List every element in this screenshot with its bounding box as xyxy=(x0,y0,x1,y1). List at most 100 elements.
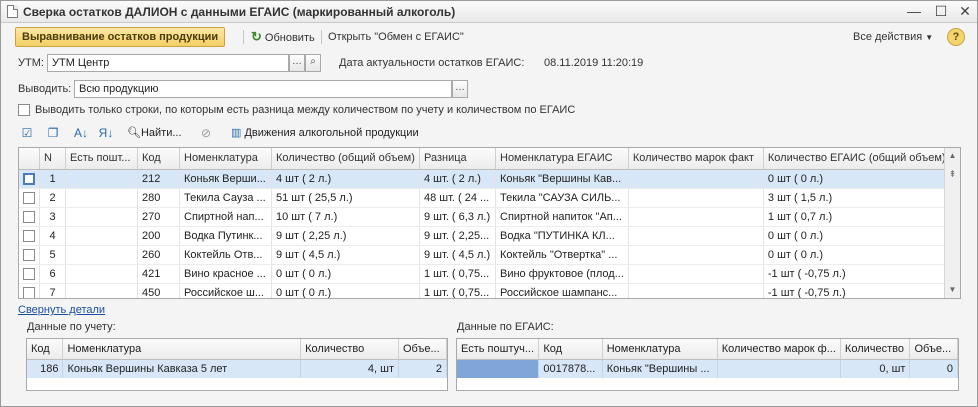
acc-col-name[interactable]: Номенклатура xyxy=(62,339,302,360)
refresh-icon: ↻ xyxy=(251,29,262,44)
collapse-details-link[interactable]: Свернуть детали xyxy=(18,304,105,316)
col-difference[interactable]: Разница xyxy=(419,148,496,170)
cell-marks xyxy=(628,245,764,265)
cell-code: 450 xyxy=(137,283,180,298)
show-filter-field[interactable]: Всю продукцию xyxy=(74,80,452,98)
table-row[interactable]: 186 Коньяк Вершины Кавказа 5 лет 4, шт 2 xyxy=(27,359,447,378)
cell-name: Коктейль Отв... xyxy=(179,245,272,265)
cell-name: Водка Путинк... xyxy=(179,226,272,246)
scroll-top-icon[interactable]: ⇞ xyxy=(945,166,960,182)
table-row[interactable]: 7 450 Российское ш... 0 шт ( 0 л.) 1 шт.… xyxy=(19,283,951,298)
find-label: Найти... xyxy=(140,127,182,139)
all-actions-menu[interactable]: Все действия ▼ xyxy=(853,27,933,47)
egais-col-qty[interactable]: Количество xyxy=(840,339,911,360)
cell-name: Вино красное ... xyxy=(179,264,272,284)
row-checkbox[interactable] xyxy=(23,248,35,261)
table-row[interactable]: 5 260 Коктейль Отв... 9 шт ( 4,5 л.) 9 ш… xyxy=(19,245,951,265)
minimize-button[interactable]: — xyxy=(903,3,925,21)
cell-name: Российское ш... xyxy=(179,283,272,298)
cell-qty: 0 шт ( 0 л.) xyxy=(271,283,420,298)
egais-cell-qty: 0, шт xyxy=(840,359,911,378)
cell-piece xyxy=(65,169,138,189)
egais-col-volume[interactable]: Объе... xyxy=(909,339,958,360)
cell-diff: 9 шт. ( 6,3 л.) xyxy=(419,207,496,227)
table-row[interactable]: 4 200 Водка Путинк... 9 шт ( 2,25 л.) 9 … xyxy=(19,226,951,246)
acc-cell-code: 186 xyxy=(27,359,64,378)
scroll-down-icon[interactable]: ▼ xyxy=(945,282,960,298)
egais-data-title: Данные по ЕГАИС: xyxy=(457,321,554,333)
cell-n: 1 xyxy=(39,169,66,189)
cell-egais-name: Водка "ПУТИНКА КЛ... xyxy=(495,226,629,246)
toolbar-separator xyxy=(243,30,244,44)
cell-piece xyxy=(65,226,138,246)
col-n[interactable]: N xyxy=(39,148,66,170)
egais-col-marks[interactable]: Количество марок ф... xyxy=(717,339,841,360)
cell-piece xyxy=(65,188,138,208)
check-all-icon[interactable]: ☑ xyxy=(19,125,35,141)
row-checkbox[interactable] xyxy=(23,229,35,242)
cell-n: 6 xyxy=(39,264,66,284)
col-marks-fact[interactable]: Количество марок факт xyxy=(628,148,764,170)
row-checkbox[interactable] xyxy=(23,286,35,298)
cell-name: Коньяк Верши... xyxy=(179,169,272,189)
cell-piece xyxy=(65,207,138,227)
acc-col-code[interactable]: Код xyxy=(27,339,64,360)
table-row[interactable]: 0017878... Коньяк "Вершины ... 0, шт 0 xyxy=(457,359,958,378)
copy-icon[interactable]: ❐ xyxy=(45,125,61,141)
egais-col-name[interactable]: Номенклатура xyxy=(602,339,718,360)
col-code[interactable]: Код xyxy=(137,148,180,170)
table-row[interactable]: 6 421 Вино красное ... 0 шт ( 0 л.) 1 шт… xyxy=(19,264,951,284)
utm-field[interactable]: УТМ Центр xyxy=(47,54,289,72)
show-filter-select-button[interactable]: … xyxy=(452,80,468,98)
acc-cell-volume: 2 xyxy=(398,359,447,378)
egais-cell-name: Коньяк "Вершины ... xyxy=(602,359,718,378)
table-row[interactable]: 1 212 Коньяк Верши... 4 шт ( 2 л.) 4 шт.… xyxy=(19,169,951,189)
table-row[interactable]: 3 270 Спиртной нап... 10 шт ( 7 л.) 9 шт… xyxy=(19,207,951,227)
row-checkbox[interactable] xyxy=(23,191,35,204)
close-button[interactable]: ✕ xyxy=(954,3,976,21)
sort-ascending-icon[interactable]: A↓ xyxy=(73,125,89,141)
row-checkbox[interactable] xyxy=(23,210,35,223)
cell-code: 270 xyxy=(137,207,180,227)
egais-col-piece[interactable]: Есть поштуч... xyxy=(457,339,540,360)
cell-egais-qty: -1 шт ( -0,75 л.) xyxy=(763,283,951,298)
col-quantity[interactable]: Количество (общий объем) xyxy=(271,148,420,170)
table-row[interactable]: 2 280 Текила Сауза ... 51 шт ( 25,5 л.) … xyxy=(19,188,951,208)
egais-col-code[interactable]: Код xyxy=(538,339,603,360)
egais-cell-code: 0017878... xyxy=(538,359,603,378)
row-checkbox[interactable] xyxy=(23,172,35,185)
utm-label: УТМ: xyxy=(18,57,44,69)
acc-col-qty[interactable]: Количество xyxy=(300,339,399,360)
col-check[interactable] xyxy=(19,148,40,170)
cancel-search-icon[interactable]: ⊘ xyxy=(198,125,214,141)
diff-only-checkbox[interactable] xyxy=(18,104,30,116)
find-button[interactable]: 🔍︎Найти... xyxy=(127,123,182,143)
table-vertical-scrollbar[interactable]: ▲ ⇞ ▼ xyxy=(944,148,960,298)
scroll-up-icon[interactable]: ▲ xyxy=(945,148,960,164)
col-egais-nomenclature[interactable]: Номенклатура ЕГАИС xyxy=(495,148,629,170)
alcohol-movements-button[interactable]: ▥ Движения алкогольной продукции xyxy=(231,123,419,143)
cell-qty: 4 шт ( 2 л.) xyxy=(271,169,420,189)
col-piece-accounting[interactable]: Есть пошт... xyxy=(65,148,138,170)
egais-cell-piece xyxy=(457,359,540,378)
sort-descending-icon[interactable]: Я↓ xyxy=(98,125,114,141)
cell-code: 212 xyxy=(137,169,180,189)
utm-search-button[interactable]: ⌕ xyxy=(305,54,321,72)
cell-egais-qty: 0 шт ( 0 л.) xyxy=(763,169,951,189)
cell-name: Текила Сауза ... xyxy=(179,188,272,208)
help-button[interactable]: ? xyxy=(947,28,965,46)
open-egais-exchange-button[interactable]: Открыть "Обмен с ЕГАИС" xyxy=(328,27,464,47)
utm-select-button[interactable]: … xyxy=(289,54,305,72)
refresh-button[interactable]: ↻ Обновить xyxy=(251,27,315,47)
show-label: Выводить: xyxy=(18,83,72,95)
acc-col-volume[interactable]: Объе... xyxy=(398,339,447,360)
refresh-label: Обновить xyxy=(264,32,315,44)
cell-code: 421 xyxy=(137,264,180,284)
cell-egais-qty: 0 шт ( 0 л.) xyxy=(763,226,951,246)
row-checkbox[interactable] xyxy=(23,267,35,280)
maximize-button[interactable]: ☐ xyxy=(930,3,952,21)
col-egais-quantity[interactable]: Количество ЕГАИС (общий объем) xyxy=(763,148,951,170)
align-stock-button[interactable]: Выравнивание остатков продукции xyxy=(15,27,226,47)
table-header: N Есть пошт... Код Номенклатура Количест… xyxy=(19,148,951,170)
col-nomenclature[interactable]: Номенклатура xyxy=(179,148,272,170)
